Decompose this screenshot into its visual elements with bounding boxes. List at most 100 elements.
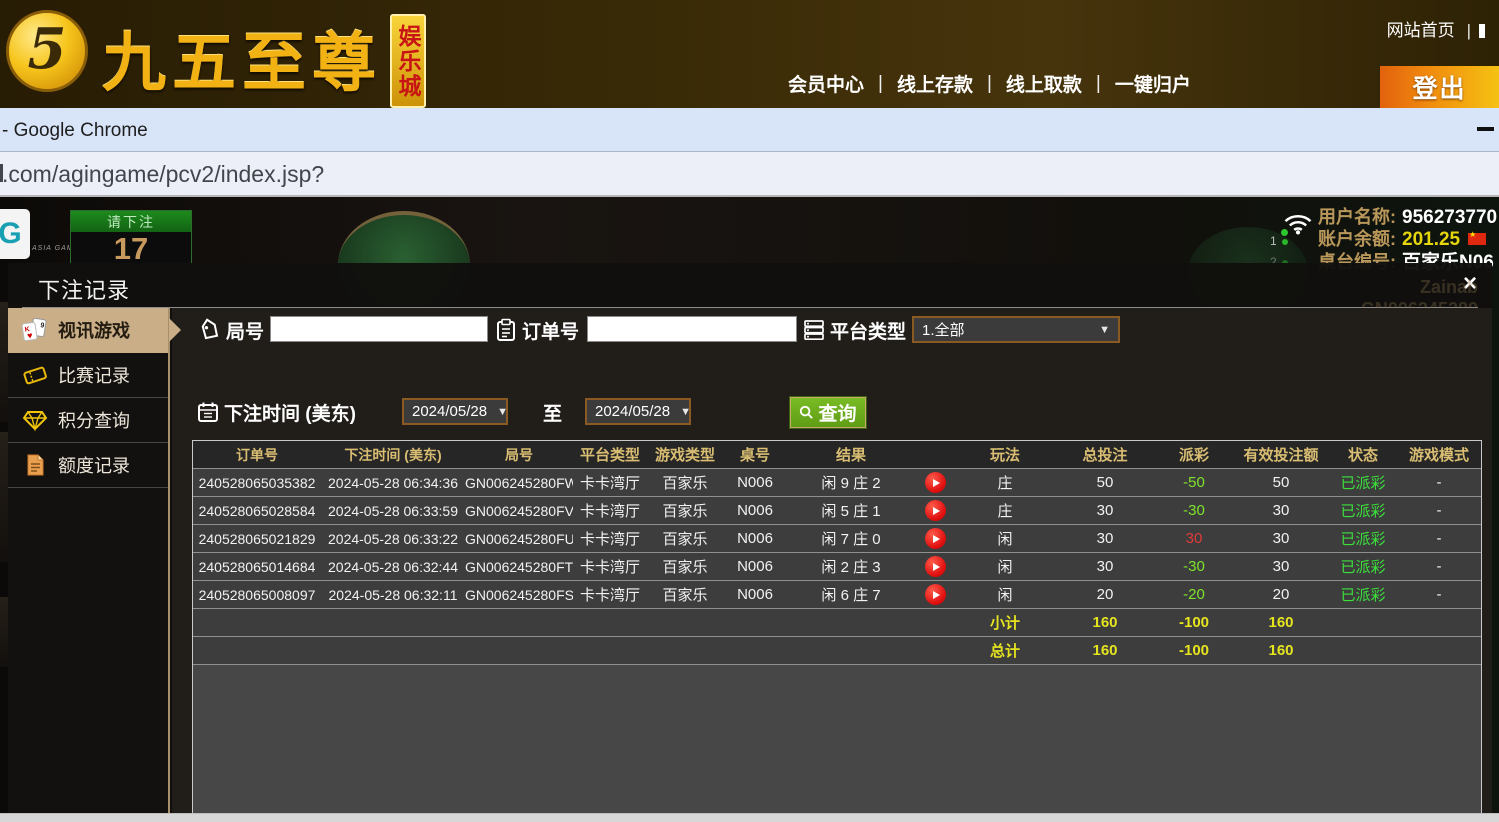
cell-valid-bet: 20 [1233,586,1329,603]
cell-status: 已派彩 [1329,584,1397,605]
logo-symbol: 5 [28,16,67,82]
chrome-address-bar[interactable]: .com/agingame/pcv2/index.jsp? [0,152,1499,197]
grand-total-valid-bet: 160 [1233,642,1329,659]
playing-cards-icon: 9 K♥ [21,317,48,343]
link-site-home[interactable]: 网站首页 [1387,21,1455,40]
cell-total-bet: 30 [1055,502,1155,519]
table-header-row: 订单号 下注时间 (美东) 局号 平台类型 游戏类型 桌号 结果 玩法 总投注 … [193,441,1481,469]
sidebar-item-points-query[interactable]: 积分查询 [8,398,168,443]
cell-status: 已派彩 [1329,500,1397,521]
ticket-icon [21,362,48,388]
cell-game-type: 百家乐 [647,500,723,521]
search-icon [799,405,814,420]
play-button[interactable] [925,500,946,521]
sidebar-item-label: 积分查询 [58,407,130,433]
cell-play: 庄 [955,472,1055,493]
clipboard-icon [494,318,518,342]
modal-title: 下注记录 [38,273,130,305]
cell-replay [915,528,955,549]
cell-order-id: 240528065035382 [193,475,321,491]
platform-type-select[interactable]: 1.全部 ▼ [912,316,1120,343]
cell-game-mode: - [1397,558,1481,575]
col-valid-bet: 有效投注额 [1233,444,1329,465]
cell-valid-bet: 30 [1233,502,1329,519]
cell-table-no: N006 [723,474,787,491]
col-game-type: 游戏类型 [647,444,723,465]
user-info-panel: 1 2 用户名称: 956273770 账户余额: 201.25 桌台编号: 百… [1278,203,1499,269]
cell-order-id: 240528065021829 [193,531,321,547]
cell-table-no: N006 [723,558,787,575]
play-button[interactable] [925,584,946,605]
sidebar-item-match-records[interactable]: 比赛记录 [8,353,168,398]
col-total-bet: 总投注 [1055,444,1155,465]
table-row: 240528065008097 2024-05-28 06:32:11 GN00… [193,581,1481,609]
cell-platform: 卡卡湾厅 [573,500,647,521]
cell-payout: -50 [1155,474,1233,491]
col-table-no: 桌号 [723,444,787,465]
cell-result: 闲 7 庄 0 [787,528,915,549]
clipped-link-fragment [1479,24,1485,38]
logout-button[interactable]: 登出 [1380,66,1499,108]
date-to-select[interactable]: 2024/05/28 ▼ [585,398,691,425]
search-button[interactable]: 查询 [790,397,866,428]
date-from-select[interactable]: 2024/05/28 ▼ [402,398,508,425]
col-game-mode: 游戏模式 [1397,444,1481,465]
cell-total-bet: 30 [1055,558,1155,575]
sidebar-item-label: 视讯游戏 [58,317,130,343]
date-from-value: 2024/05/28 [412,403,487,420]
sidebar-item-credit-records[interactable]: 额度记录 [8,443,168,488]
order-id-input[interactable] [587,316,797,342]
subtotal-total-bet: 160 [1055,614,1155,631]
round-id-input[interactable] [270,316,488,342]
play-button[interactable] [925,528,946,549]
col-order-id: 订单号 [193,445,321,465]
col-round-id: 局号 [465,445,573,465]
cell-replay [915,472,955,493]
cell-valid-bet: 50 [1233,474,1329,491]
asia-gaming-logo: G [0,209,30,259]
play-button[interactable] [925,472,946,493]
cell-round-id: GN006245280FV [465,503,573,519]
cell-bet-time: 2024-05-28 06:33:22 [321,531,465,547]
subtotal-valid-bet: 160 [1233,614,1329,631]
cell-table-no: N006 [723,586,787,603]
top-links: 网站首页| [1387,16,1485,41]
subtotal-row: 小计 160 -100 160 [193,609,1481,637]
document-icon [21,452,48,478]
minimize-button[interactable] [1477,127,1494,131]
cell-game-mode: - [1397,586,1481,603]
cell-play: 闲 [955,528,1055,549]
nav-online-deposit[interactable]: 线上存款 [897,70,973,97]
col-platform: 平台类型 [573,444,647,465]
table-row: 240528065028584 2024-05-28 06:33:59 GN00… [193,497,1481,525]
nav-member-center[interactable]: 会员中心 [788,70,864,97]
play-button[interactable] [925,556,946,577]
round-id-label: 局号 [226,317,264,344]
site-logo[interactable]: 5 九五至尊 娱乐城 [6,4,426,108]
chevron-down-icon: ▼ [487,406,508,418]
cell-replay [915,556,955,577]
nav-divider: | [878,73,883,95]
bet-records-table: 订单号 下注时间 (美东) 局号 平台类型 游戏类型 桌号 结果 玩法 总投注 … [192,440,1482,822]
site-header: 5 九五至尊 娱乐城 网站首页| 会员中心 | 线上存款 | 线上取款 | 一键… [0,0,1499,108]
cell-payout: 30 [1155,530,1233,547]
cell-valid-bet: 30 [1233,558,1329,575]
logo-text: 九五至尊 [102,12,382,104]
cell-valid-bet: 30 [1233,530,1329,547]
nav-one-key-transfer[interactable]: 一键归户 [1115,70,1191,97]
cell-play: 庄 [955,500,1055,521]
table-row: 240528065021829 2024-05-28 06:33:22 GN00… [193,525,1481,553]
logo-badge: 娱乐城 [390,14,426,108]
cell-platform: 卡卡湾厅 [573,584,647,605]
order-id-label: 订单号 [522,317,579,344]
nav-online-withdraw[interactable]: 线上取款 [1006,70,1082,97]
cell-replay [915,500,955,521]
sidebar-item-video-games[interactable]: 9 K♥ 视讯游戏 [8,308,168,353]
search-button-label: 查询 [818,399,856,426]
modal-sidebar: 9 K♥ 视讯游戏 比赛记录 [8,308,170,814]
table-row: 240528065035382 2024-05-28 06:34:36 GN00… [193,469,1481,497]
brand-letter: G [0,217,22,251]
cell-result: 闲 5 庄 1 [787,500,915,521]
bet-time-label: 下注时间 (美东) [224,399,356,426]
subtotal-label: 小计 [955,612,1055,633]
